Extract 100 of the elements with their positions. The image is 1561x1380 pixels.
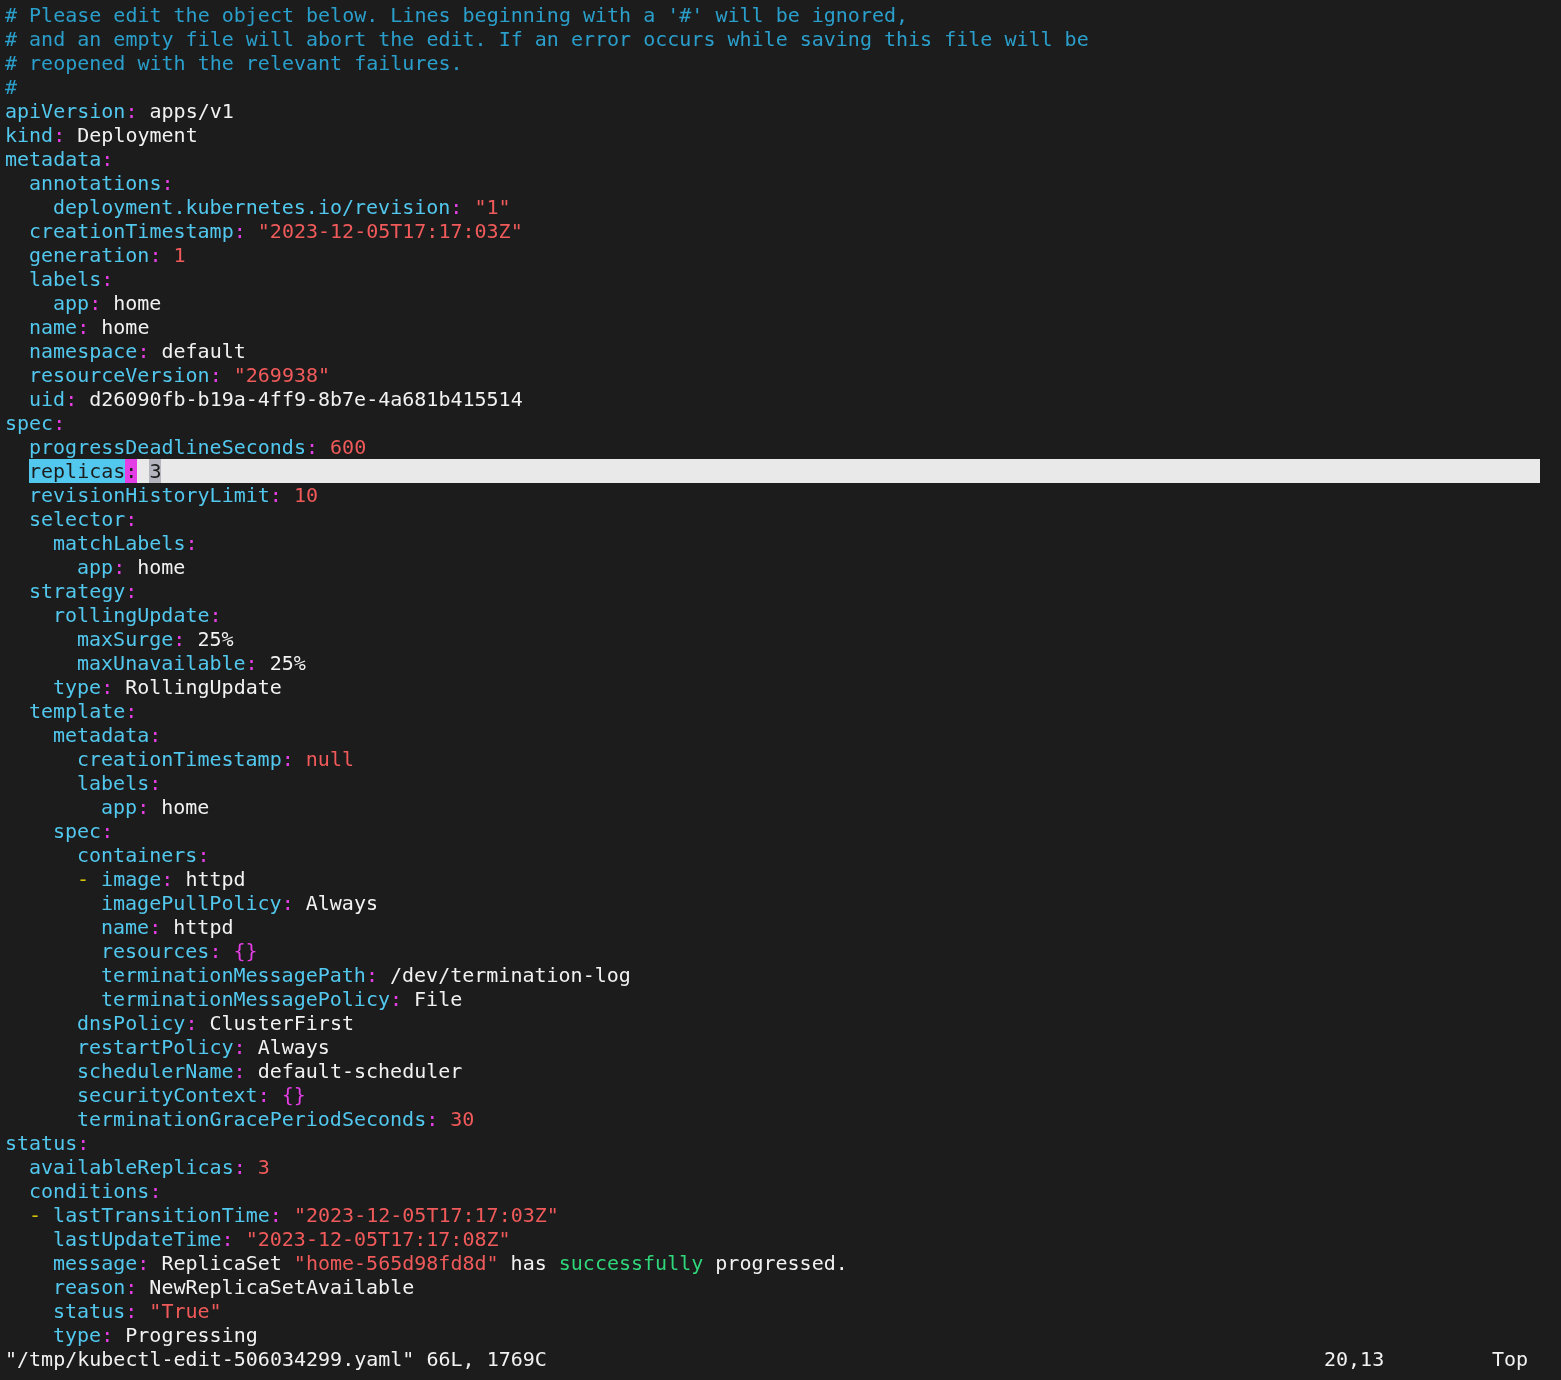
yaml-key: metadata (5, 147, 102, 171)
yaml-key: kind (5, 123, 54, 147)
colon-separator: : (197, 843, 210, 867)
yaml-key: type (53, 675, 102, 699)
yaml-value: home (113, 291, 162, 315)
colon-separator: : (101, 267, 114, 291)
yaml-key: metadata (53, 723, 150, 747)
colon-separator: : (281, 891, 294, 915)
string-value: "2023-12-05T17:17:03Z" (257, 219, 523, 243)
yaml-key: securityContext (77, 1083, 258, 1107)
yaml-key: labels (77, 771, 150, 795)
yaml-key: resourceVersion (29, 363, 210, 387)
yaml-key: maxUnavailable (77, 651, 246, 675)
cursor-position: 20,13 (1324, 1347, 1385, 1371)
comment-line: # Please edit the object below. Lines beginning with a '#' will be ignored, (5, 3, 909, 27)
yaml-value: default (161, 339, 246, 363)
yaml-key: selector (29, 507, 126, 531)
colon-separator: : (125, 579, 138, 603)
colon-separator: : (101, 1323, 114, 1347)
comment-line: # and an empty file will abort the edit. If an error occurs while saving this file will be (5, 27, 1089, 51)
colon-separator: : (137, 339, 150, 363)
yaml-key: name (29, 315, 78, 339)
colon-separator: : (125, 507, 138, 531)
yaml-key: template (29, 699, 126, 723)
yaml-value: /dev/termination-log (390, 963, 631, 987)
colon-separator: : (269, 483, 282, 507)
yaml-key: spec (53, 819, 102, 843)
yaml-key: generation (29, 243, 150, 267)
colon-separator: : (221, 1227, 234, 1251)
colon-separator: : (125, 1275, 138, 1299)
scalar-value: null (305, 747, 354, 771)
scalar-value: 3 (257, 1155, 270, 1179)
yaml-key: terminationGracePeriodSeconds (77, 1107, 427, 1131)
text-cursor: 3 (149, 459, 162, 483)
yaml-key: annotations (29, 171, 162, 195)
colon-separator: : (269, 1203, 282, 1227)
yaml-key: app (77, 555, 114, 579)
colon-separator: : (149, 771, 162, 795)
yaml-value: ClusterFirst (209, 1011, 354, 1035)
yaml-key: creationTimestamp (29, 219, 234, 243)
yaml-value: 25% (197, 627, 234, 651)
colon-separator: : (365, 963, 378, 987)
colon-separator: : (101, 675, 114, 699)
yaml-value: home (161, 795, 210, 819)
yaml-key: matchLabels (53, 531, 186, 555)
file-info-message: "/tmp/kubectl-edit-506034299.yaml" 66L, 1769C (5, 1347, 547, 1371)
scalar-value: 10 (293, 483, 318, 507)
colon-separator: : (257, 1083, 270, 1107)
yaml-key: deployment.kubernetes.io/revision (53, 195, 451, 219)
yaml-value: d26090fb-b19a-4ff9-8b7e-4a681b415514 (89, 387, 523, 411)
colon-separator: : (185, 531, 198, 555)
scalar-value: 600 (330, 435, 367, 459)
yaml-value: httpd (173, 915, 234, 939)
colon-separator: : (53, 411, 66, 435)
colon-separator: : (89, 291, 102, 315)
colon-separator: : (149, 915, 162, 939)
yaml-key: terminationMessagePolicy (101, 987, 390, 1011)
colon-separator: : (149, 723, 162, 747)
colon-separator: : (137, 795, 150, 819)
string-value: "home-565d98fd8d" (293, 1251, 499, 1275)
yaml-key: app (53, 291, 90, 315)
yaml-value: default-scheduler (257, 1059, 463, 1083)
empty-map-value: {} (233, 939, 258, 963)
yaml-key: type (53, 1323, 102, 1347)
yaml-key: dnsPolicy (77, 1011, 186, 1035)
colon-separator: : (209, 603, 222, 627)
yaml-key: imagePullPolicy (101, 891, 282, 915)
yaml-key: app (101, 795, 138, 819)
colon-separator: : (209, 363, 222, 387)
yaml-key: conditions (29, 1179, 150, 1203)
yaml-value: has (510, 1251, 547, 1275)
yaml-key: apiVersion (5, 99, 126, 123)
yaml-key: containers (77, 843, 198, 867)
yaml-key: name (101, 915, 150, 939)
colon-separator: : (125, 99, 138, 123)
yaml-value: ReplicaSet (161, 1251, 282, 1275)
yaml-key: message (53, 1251, 138, 1275)
colon-separator: : (450, 195, 463, 219)
colon-separator: : (390, 987, 403, 1011)
yaml-key: progressDeadlineSeconds (29, 435, 306, 459)
yaml-key: lastTransitionTime (53, 1203, 270, 1227)
colon-separator: : (173, 627, 186, 651)
yaml-key: rollingUpdate (53, 603, 210, 627)
colon-separator: : (281, 747, 294, 771)
string-value: "269938" (233, 363, 331, 387)
list-dash: - (77, 867, 90, 891)
yaml-value: Deployment (77, 123, 198, 147)
colon-separator: : (161, 171, 174, 195)
colon-separator: : (161, 867, 174, 891)
highlighted-word: successfully (558, 1251, 704, 1275)
string-value: "2023-12-05T17:17:08Z" (245, 1227, 511, 1251)
string-value: "1" (474, 195, 511, 219)
yaml-value: home (137, 555, 186, 579)
yaml-key: availableReplicas (29, 1155, 234, 1179)
yaml-key: maxSurge (77, 627, 174, 651)
colon-separator: : (113, 555, 126, 579)
search-match: replicas (29, 459, 126, 483)
yaml-value: RollingUpdate (125, 675, 282, 699)
yaml-value: File (414, 987, 463, 1011)
yaml-key: image (101, 867, 162, 891)
